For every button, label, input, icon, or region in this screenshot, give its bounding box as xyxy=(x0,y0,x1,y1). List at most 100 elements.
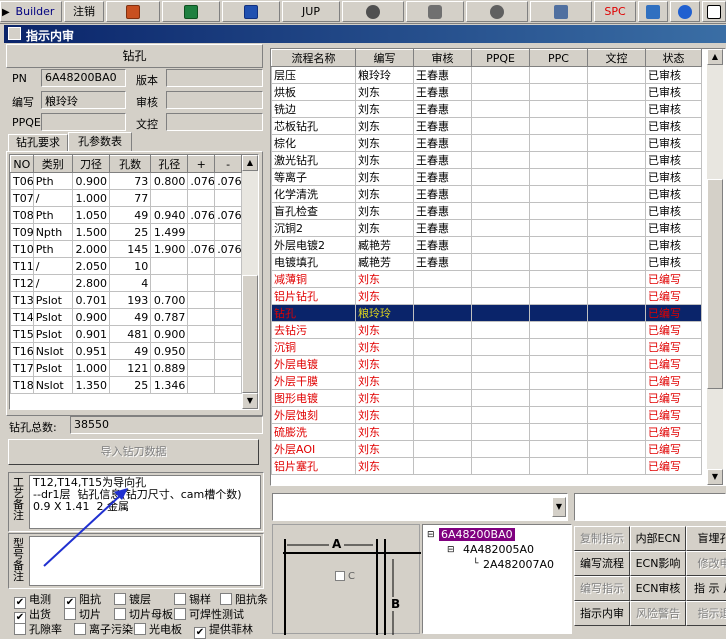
help-button[interactable] xyxy=(670,1,700,22)
column-header[interactable]: NO xyxy=(10,155,34,173)
column-header[interactable]: 流程名称 xyxy=(271,49,356,67)
scroll-down-icon[interactable]: ▼ xyxy=(707,469,723,485)
column-header[interactable]: 刀径 xyxy=(71,155,111,173)
option-checkbox[interactable]: 光电板 xyxy=(134,621,182,637)
drill-row[interactable]: T15 Pslot 0.901 481 0.900 xyxy=(10,325,242,343)
drill-row[interactable]: T17 Pslot 1.000 121 0.889 xyxy=(10,359,242,377)
process-row[interactable]: 去钻污 刘东 已编写 xyxy=(271,321,702,339)
drill-row[interactable]: T14 Pslot 0.900 49 0.787 xyxy=(10,308,242,326)
process-row[interactable]: 烘板 刘东 王春惠 已审核 xyxy=(271,83,702,101)
spc-button[interactable]: SPC xyxy=(594,1,636,22)
column-header[interactable]: 状态 xyxy=(645,49,702,67)
total-field[interactable]: 38550 xyxy=(70,416,263,434)
left-dropdown[interactable]: ▼ xyxy=(272,493,568,521)
exit-button[interactable] xyxy=(702,1,726,22)
calendar-button[interactable] xyxy=(638,1,668,22)
process-row[interactable]: 钻孔 粮玲玲 已编写 xyxy=(271,304,702,322)
chevron-down-icon[interactable]: ▼ xyxy=(552,497,566,517)
column-header[interactable]: + xyxy=(187,155,216,173)
process-row[interactable]: 棕化 刘东 王春惠 已审核 xyxy=(271,134,702,152)
process-row[interactable]: 硫膨洗 刘东 已编写 xyxy=(271,423,702,441)
process-row[interactable]: 盲孔检查 刘东 王春惠 已审核 xyxy=(271,202,702,220)
collapse-icon[interactable]: ⊟ xyxy=(427,530,435,540)
tab-hole-parameters[interactable]: 孔参数表 xyxy=(68,132,132,152)
option-checkbox[interactable]: 锡样 xyxy=(174,591,211,607)
action-button[interactable]: 风险警告 xyxy=(630,601,686,626)
column-header[interactable]: PPQE xyxy=(471,49,530,67)
word-button[interactable] xyxy=(222,1,280,22)
process-row[interactable]: 外层电镀 刘东 已编写 xyxy=(271,355,702,373)
column-header[interactable]: PPC xyxy=(529,49,588,67)
option-checkbox[interactable]: 切片 xyxy=(64,606,101,622)
computer-button[interactable] xyxy=(530,1,592,22)
process-row[interactable]: 外层AOI 刘东 已编写 xyxy=(271,440,702,458)
action-button[interactable]: ECN影响 xyxy=(630,551,686,576)
process-row[interactable]: 等离子 刘东 王春惠 已审核 xyxy=(271,168,702,186)
tree-grandchild-node[interactable]: 2A482007A0 xyxy=(483,558,554,571)
right-dropdown[interactable] xyxy=(574,493,726,521)
tab-drill-requirements[interactable]: 钻孔要求 xyxy=(8,134,68,152)
process-row[interactable]: 外层干膜 刘东 已编写 xyxy=(271,372,702,390)
action-button[interactable]: ECN审核 xyxy=(630,576,686,601)
process-row[interactable]: 层压 粮玲玲 王春惠 已审核 xyxy=(271,66,702,84)
action-button[interactable]: 编写指示 xyxy=(574,576,630,601)
pn-field[interactable]: 6A48200BA0 xyxy=(41,69,126,87)
jup-button[interactable]: JUP xyxy=(282,1,340,22)
logout-button[interactable]: 注销 xyxy=(64,1,104,22)
action-button[interactable]: 内部ECN xyxy=(630,526,686,551)
process-table-scrollbar[interactable]: ▲ ▼ xyxy=(707,49,723,485)
column-header[interactable]: 孔径 xyxy=(150,155,189,173)
option-checkbox[interactable]: 离子污染 xyxy=(74,621,133,637)
process-row[interactable]: 铣边 刘东 王春惠 已审核 xyxy=(271,100,702,118)
drill-row[interactable]: T08 Pth 1.050 49 0.940.076.076 xyxy=(10,206,242,224)
column-header[interactable]: 文控 xyxy=(587,49,646,67)
column-header[interactable]: 审核 xyxy=(413,49,472,67)
tools-button[interactable] xyxy=(466,1,528,22)
process-row[interactable]: 图形电镀 刘东 已编写 xyxy=(271,389,702,407)
drill-table-scrollbar[interactable]: ▲ ▼ xyxy=(242,155,258,409)
author-field[interactable]: 粮玲玲 xyxy=(41,91,126,109)
scroll-up-icon[interactable]: ▲ xyxy=(242,155,258,171)
version-field[interactable] xyxy=(166,69,263,87)
drill-row[interactable]: T12/2.800 4 xyxy=(10,274,242,292)
action-button[interactable]: 编写流程 xyxy=(574,551,630,576)
process-row[interactable]: 激光钻孔 刘东 王春惠 已审核 xyxy=(271,151,702,169)
option-checkbox[interactable]: 可焊性测试 xyxy=(174,606,244,622)
option-checkbox[interactable]: 阻抗条 xyxy=(220,591,268,607)
drill-row[interactable]: T09 Npth 1.500 25 1.499 xyxy=(10,223,242,241)
scroll-thumb[interactable] xyxy=(242,275,258,393)
wenkong-field[interactable] xyxy=(166,113,263,131)
ppt-button[interactable] xyxy=(106,1,160,22)
drill-row[interactable]: T16 Nslot 0.951 49 0.950 xyxy=(10,342,242,360)
process-row[interactable]: 外层蚀刻 刘东 已编写 xyxy=(271,406,702,424)
action-button[interactable]: 修改申 xyxy=(686,551,726,576)
process-row[interactable]: 铝片钻孔 刘东 已编写 xyxy=(271,287,702,305)
drill-row[interactable]: T07/1.000 77 xyxy=(10,189,242,207)
database-button[interactable] xyxy=(406,1,464,22)
import-drill-button[interactable]: 导入钻刀数据 xyxy=(8,439,259,465)
review-field[interactable] xyxy=(166,91,263,109)
process-row[interactable]: 沉铜 刘东 已编写 xyxy=(271,338,702,356)
column-header[interactable]: - xyxy=(214,155,242,173)
scroll-up-icon[interactable]: ▲ xyxy=(707,49,723,65)
drill-row[interactable]: T06 Pth 0.900 73 0.800.076.076 xyxy=(10,172,242,190)
action-button[interactable]: 指示退 xyxy=(686,601,726,626)
column-header[interactable]: 孔数 xyxy=(108,155,152,173)
option-checkbox[interactable]: 切片母板 xyxy=(114,606,173,622)
eye-button[interactable] xyxy=(342,1,404,22)
scroll-down-icon[interactable]: ▼ xyxy=(242,393,258,409)
process-row[interactable]: 芯板钻孔 刘东 王春惠 已审核 xyxy=(271,117,702,135)
diagram-checkbox-c[interactable]: C xyxy=(335,571,355,582)
collapse-icon[interactable]: ⊟ xyxy=(447,545,455,555)
drill-row[interactable]: T10 Pth 2.000 145 1.900.076.076 xyxy=(10,240,242,258)
option-checkbox[interactable]: 孔隙率 xyxy=(14,621,62,637)
scroll-thumb[interactable] xyxy=(707,179,723,389)
action-button[interactable]: 盲埋孔 xyxy=(686,526,726,551)
process-row[interactable]: 化学清洗 刘东 王春惠 已审核 xyxy=(271,185,702,203)
column-header[interactable]: 类别 xyxy=(32,155,73,173)
action-button[interactable]: 指 示 从 xyxy=(686,576,726,601)
action-button[interactable]: 复制指示 xyxy=(574,526,630,551)
action-button[interactable]: 指示内审 xyxy=(574,601,630,626)
tree-root-node[interactable]: 6A48200BA0 xyxy=(439,528,515,541)
option-checkbox[interactable]: 镀层 xyxy=(114,591,151,607)
